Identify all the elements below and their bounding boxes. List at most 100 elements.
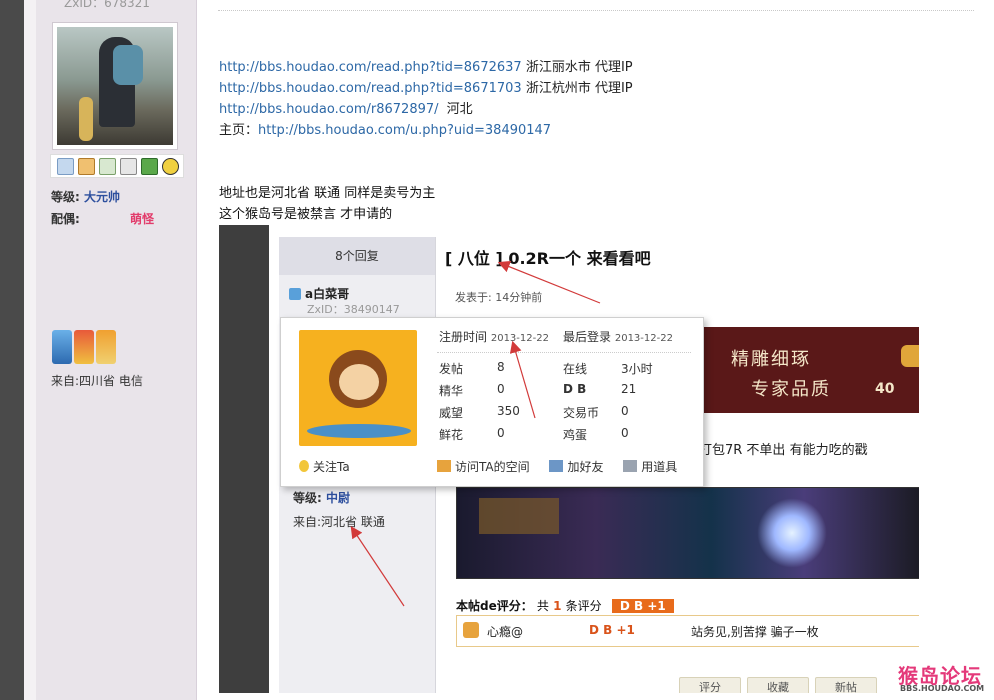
- evidence-link-3-url[interactable]: http://bbs.houdao.com/r8672897/: [219, 102, 439, 117]
- add-friend-text: 加好友: [567, 460, 604, 474]
- evidence-link-1-url[interactable]: http://bbs.houdao.com/read.php?tid=86726…: [219, 60, 522, 75]
- stat-flower-label: 鲜花: [439, 428, 464, 442]
- rater-comment: 站务见,别苦撑 骗子一枚: [691, 625, 819, 639]
- medal-icon: [74, 330, 94, 364]
- left-gap: [24, 0, 36, 700]
- popup-last-login: 最后登录 2013-12-22: [563, 328, 673, 345]
- shot-post-text: 打包7R 不单出 有能力吃的戳: [699, 443, 868, 458]
- use-tool-link[interactable]: 用道具: [623, 460, 677, 474]
- popup-reg-time: 注册时间 2013-12-22: [439, 328, 549, 345]
- stat-online-value: 3小时: [621, 362, 653, 376]
- rate-button[interactable]: 评分: [679, 677, 741, 693]
- evidence-link-2-url[interactable]: http://bbs.houdao.com/read.php?tid=86717…: [219, 81, 522, 96]
- message-icon[interactable]: [57, 157, 74, 175]
- favorite-button[interactable]: 收藏: [747, 677, 809, 693]
- rater-name: 心瘾@: [487, 625, 524, 639]
- reply-count: 8个回复: [279, 237, 435, 275]
- banner-line-1: 精雕细琢: [731, 349, 811, 370]
- home-icon: [437, 460, 451, 472]
- friend-icon: [549, 460, 564, 472]
- author-spouse-value: 萌怪: [130, 212, 155, 226]
- embedded-screenshot: 8个回复 a白菜哥 ZxID：38490147 等级: 中尉 来自:河北省 联通…: [219, 225, 919, 693]
- visit-space-text: 访问TA的空间: [455, 460, 530, 474]
- rater-score: D B +1: [589, 623, 635, 637]
- popup-separator: [437, 352, 691, 353]
- shot-post-title: [ 八位 ] 0.2R一个 来看看吧: [445, 249, 651, 268]
- shot-post-time: 发表于: 14分钟前: [455, 291, 543, 304]
- stat-prestige-value: 350: [497, 404, 520, 418]
- author-avatar[interactable]: [52, 22, 178, 150]
- last-value: 2013-12-22: [614, 333, 673, 344]
- shot-author-zxid: ZxID：38490147: [307, 303, 400, 316]
- evidence-link-1-note: 浙江丽水市 代理IP: [525, 60, 633, 75]
- shot-author-name[interactable]: a白菜哥: [289, 285, 349, 302]
- add-friend-link[interactable]: 加好友: [549, 460, 603, 474]
- stat-flower-value: 0: [497, 426, 505, 440]
- reg-value: 2013-12-22: [490, 333, 549, 344]
- homepage-url[interactable]: http://bbs.houdao.com/u.php?uid=38490147: [258, 123, 551, 138]
- banner-line-2: 专家品质: [751, 379, 831, 400]
- bulb-icon: [299, 460, 309, 472]
- medal-icon: [96, 330, 116, 364]
- author-zxid: ZxID：678321: [64, 0, 150, 10]
- new-post-button[interactable]: 新帖: [815, 677, 877, 693]
- shot-level-value: 中尉: [326, 491, 351, 505]
- stat-db-value: 21: [621, 382, 637, 396]
- avatar-image: [57, 27, 173, 145]
- last-label: 最后登录: [563, 330, 612, 344]
- rating-count: 1: [553, 599, 562, 613]
- add-friend-icon[interactable]: [78, 157, 95, 175]
- popup-avatar: [299, 330, 417, 446]
- left-dark-strip: [0, 0, 24, 700]
- stat-coin-label: 交易币: [563, 406, 600, 420]
- shot-author-level: 等级: 中尉: [293, 489, 350, 506]
- tool-icon: [623, 460, 638, 472]
- profile-card-icon[interactable]: [120, 157, 137, 175]
- monkey-inner-shape: [339, 364, 379, 400]
- stat-prestige-label: 威望: [439, 406, 464, 420]
- user-icon: [289, 288, 301, 300]
- site-watermark: 猴岛论坛 BBS.HOUDAO.COM: [898, 660, 990, 696]
- author-spouse-label: 配偶:: [51, 212, 80, 226]
- reg-label: 注册时间: [439, 330, 488, 344]
- qq-icon[interactable]: [162, 157, 179, 175]
- author-location: 来自:四川省 电信: [51, 374, 143, 388]
- stat-posts-label: 发帖: [439, 362, 464, 376]
- stat-coin-value: 0: [621, 404, 629, 418]
- medal-icon: [52, 330, 72, 364]
- follow-link[interactable]: 关注Ta: [299, 458, 350, 475]
- visit-space-link[interactable]: 访问TA的空间: [437, 460, 530, 474]
- game-effect-shape: [757, 498, 827, 568]
- rating-prefix: 共: [536, 599, 549, 613]
- author-level-value: 大元帅: [84, 190, 121, 204]
- user-info-popup: 关注Ta 注册时间 2013-12-22 最后登录 2013-12-22 发帖 …: [280, 317, 704, 487]
- shot-author-name-text: a白菜哥: [305, 287, 350, 301]
- stat-online-label: 在线: [563, 362, 588, 376]
- author-medals: [52, 330, 118, 366]
- homepage-line: 主页：http://bbs.houdao.com/u.php?uid=38490…: [219, 121, 551, 141]
- gift-icon[interactable]: [141, 157, 158, 175]
- shot-game-image: [456, 487, 919, 579]
- game-logo-shape: [479, 498, 559, 534]
- backpack-shape: [113, 45, 143, 85]
- post-note-2: 这个猴岛号是被禁言 才申请的: [219, 207, 393, 222]
- watermark-sub: BBS.HOUDAO.COM: [900, 684, 985, 693]
- stat-digest-value: 0: [497, 382, 505, 396]
- rater-avatar-icon: [463, 622, 479, 638]
- shot-rating-summary: 本帖de评分： 共 1 条评分 D B +1: [456, 597, 674, 614]
- shot-rating-row: 心瘾@ D B +1 站务见,别苦撑 骗子一枚: [456, 615, 919, 647]
- banner-button: [901, 345, 919, 367]
- stat-egg-value: 0: [621, 426, 629, 440]
- evidence-link-1: http://bbs.houdao.com/read.php?tid=86726…: [219, 58, 633, 78]
- rating-label: 本帖de评分：: [456, 599, 533, 613]
- stat-egg-label: 鸡蛋: [563, 428, 588, 442]
- author-level-label: 等级:: [51, 190, 80, 204]
- search-posts-icon[interactable]: [99, 157, 116, 175]
- evidence-link-3: http://bbs.houdao.com/r8672897/ 河北: [219, 100, 473, 120]
- homepage-label: 主页：: [219, 123, 259, 138]
- stat-posts-value: 8: [497, 360, 505, 374]
- banner-number: 40: [875, 381, 895, 397]
- author-level: 等级: 大元帅: [51, 188, 120, 205]
- stat-db-label: D B: [563, 382, 587, 396]
- evidence-link-2-note: 浙江杭州市 代理IP: [525, 81, 633, 96]
